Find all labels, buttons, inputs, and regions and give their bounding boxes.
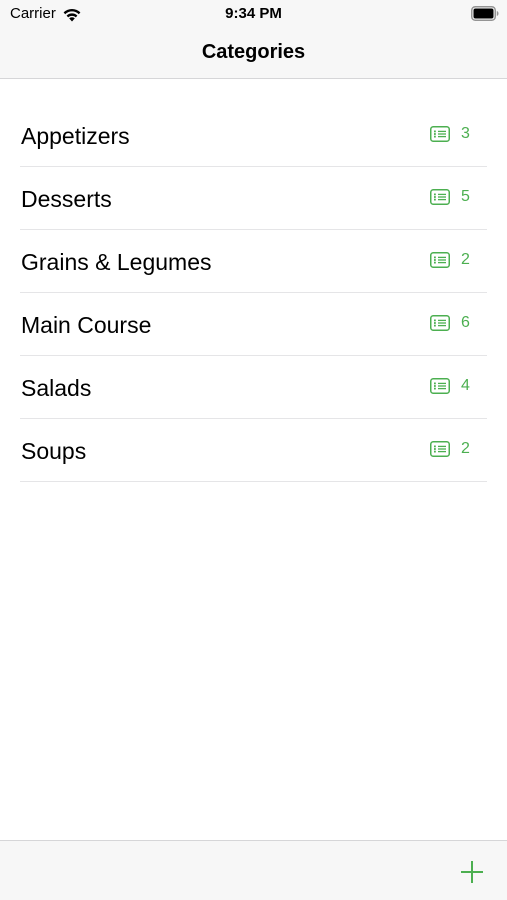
category-label: Salads [21,375,92,401]
status-bar: Carrier 9:34 PM [0,0,507,28]
recipe-count: 3 [461,125,470,142]
categories-list: Appetizers 3 Desserts 5 Grains & Legumes… [20,104,487,482]
category-row-grains-legumes[interactable]: Grains & Legumes 2 [20,230,487,293]
recipe-count-badge: 2 [430,439,471,459]
category-row-appetizers[interactable]: Appetizers 3 [20,104,487,167]
recipe-count-badge: 5 [430,187,471,207]
recipe-count-badge: 3 [430,124,471,144]
recipe-count: 5 [461,188,470,205]
recipe-count-badge: 2 [430,250,471,270]
category-label: Grains & Legumes [21,249,212,275]
recipe-count: 2 [461,251,470,268]
recipe-list-icon [430,252,450,268]
page-title: Categories [201,41,306,63]
category-label: Desserts [21,186,112,212]
recipe-list-icon [430,441,450,457]
recipe-list-icon [430,315,450,331]
category-label: Appetizers [21,123,130,149]
status-time: 9:34 PM [225,5,282,22]
category-row-main-course[interactable]: Main Course 6 [20,293,487,356]
recipe-count: 6 [461,314,470,331]
bottom-toolbar [0,840,507,900]
category-label: Main Course [21,312,152,338]
navigation-bar: Categories [0,28,507,79]
category-row-salads[interactable]: Salads 4 [20,356,487,419]
category-row-soups[interactable]: Soups 2 [20,419,487,482]
recipe-list-icon [430,126,450,142]
recipe-list-icon [430,189,450,205]
recipe-count: 2 [461,440,470,457]
recipe-list-icon [430,378,450,394]
battery-icon [471,6,499,21]
category-row-desserts[interactable]: Desserts 5 [20,167,487,230]
plus-icon [461,861,483,883]
add-category-button[interactable] [459,859,485,885]
recipe-count: 4 [461,377,470,394]
category-label: Soups [21,438,87,464]
recipe-count-badge: 6 [430,313,471,333]
recipe-count-badge: 4 [430,376,471,396]
